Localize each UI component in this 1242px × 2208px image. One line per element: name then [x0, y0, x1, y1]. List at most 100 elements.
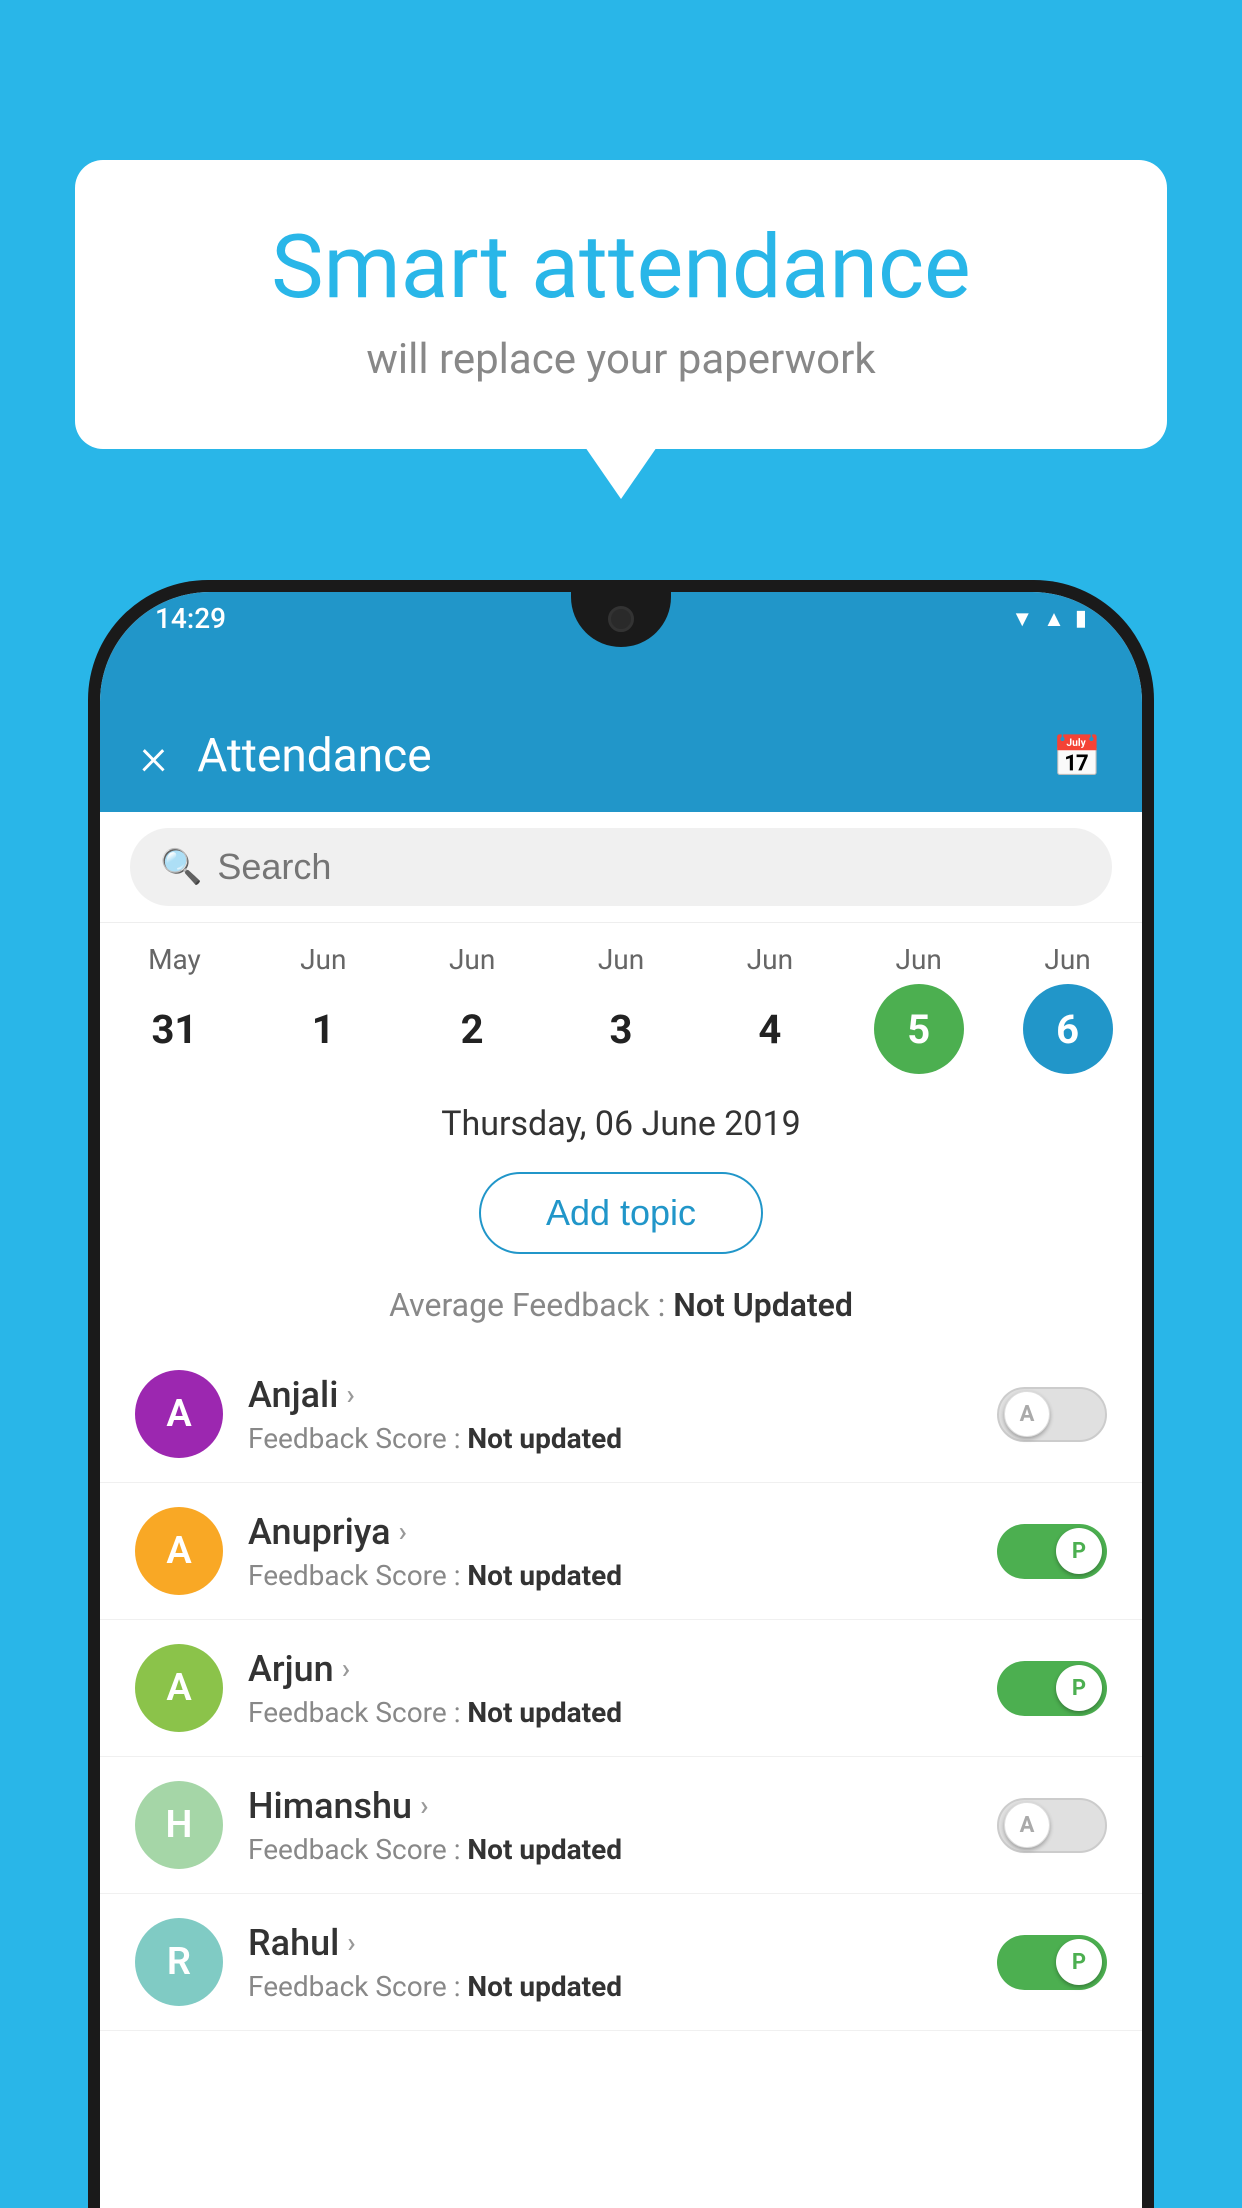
bubble-title: Smart attendance [155, 220, 1087, 317]
toggle-container: P [997, 1935, 1107, 1990]
speech-bubble: Smart attendance will replace your paper… [75, 160, 1167, 449]
student-avatar: A [135, 1507, 223, 1595]
date-day[interactable]: 6 [1023, 984, 1113, 1074]
search-input-wrapper: 🔍 [130, 828, 1112, 906]
selected-date-header: Thursday, 06 June 2019 [100, 1084, 1142, 1154]
date-col[interactable]: Jun 3 [547, 943, 696, 1084]
toggle-container: A [997, 1798, 1107, 1853]
feedback-value: Not updated [467, 1833, 622, 1866]
date-day[interactable]: 1 [278, 984, 368, 1074]
date-col[interactable]: May 31 [100, 943, 249, 1084]
toggle-thumb: P [1056, 1665, 1102, 1711]
student-name: Himanshu › [248, 1785, 972, 1827]
student-feedback: Feedback Score : Not updated [248, 1422, 972, 1455]
date-day[interactable]: 3 [576, 984, 666, 1074]
attendance-toggle[interactable]: P [997, 1661, 1107, 1716]
student-feedback: Feedback Score : Not updated [248, 1559, 972, 1592]
attendance-toggle[interactable]: P [997, 1935, 1107, 1990]
student-avatar: A [135, 1644, 223, 1732]
feedback-value: Not updated [467, 1696, 622, 1729]
student-name: Arjun › [248, 1648, 972, 1690]
add-topic-container: Add topic [100, 1154, 1142, 1272]
toggle-container: A [997, 1387, 1107, 1442]
date-col[interactable]: Jun 1 [249, 943, 398, 1084]
feedback-value: Not updated [467, 1422, 622, 1455]
student-avatar: H [135, 1781, 223, 1869]
student-feedback: Feedback Score : Not updated [248, 1696, 972, 1729]
signal-icon: ▲ [1043, 606, 1065, 632]
student-info: Arjun › Feedback Score : Not updated [248, 1648, 972, 1729]
chevron-icon: › [342, 1652, 350, 1685]
toggle-container: P [997, 1661, 1107, 1716]
notch-area: 14:29 ▼ ▲ ▮ [100, 592, 1142, 700]
date-day[interactable]: 2 [427, 984, 517, 1074]
student-feedback: Feedback Score : Not updated [248, 1833, 972, 1866]
status-bar: 14:29 ▼ ▲ ▮ [100, 602, 1142, 635]
date-day[interactable]: 31 [129, 984, 219, 1074]
date-month: Jun [747, 943, 793, 976]
feedback-value: Not updated [467, 1559, 622, 1592]
student-name: Rahul › [248, 1922, 972, 1964]
student-item[interactable]: A Arjun › Feedback Score : Not updated P [100, 1620, 1142, 1757]
student-item[interactable]: H Himanshu › Feedback Score : Not updated A [100, 1757, 1142, 1894]
date-month: Jun [1044, 943, 1090, 976]
phone-frame: 14:29 ▼ ▲ ▮ × Attendance 📅 🔍 May31Jun1Ju… [88, 580, 1154, 2208]
toggle-thumb: A [1004, 1391, 1050, 1437]
wifi-icon: ▼ [1011, 606, 1033, 632]
student-item[interactable]: R Rahul › Feedback Score : Not updated P [100, 1894, 1142, 2031]
calendar-icon[interactable]: 📅 [1052, 733, 1102, 780]
bubble-subtitle: will replace your paperwork [155, 335, 1087, 384]
feedback-value: Not updated [467, 1970, 622, 2003]
app-bar: × Attendance 📅 [100, 700, 1142, 812]
date-selector: May 31 Jun 1 Jun 2 Jun 3 Jun 4 Jun 5 Jun 6 [100, 923, 1142, 1084]
student-info: Rahul › Feedback Score : Not updated [248, 1922, 972, 2003]
student-item[interactable]: A Anupriya › Feedback Score : Not updated P [100, 1483, 1142, 1620]
date-month: May [148, 943, 201, 976]
toggle-thumb: A [1004, 1802, 1050, 1848]
battery-icon: ▮ [1075, 606, 1087, 631]
attendance-toggle[interactable]: P [997, 1524, 1107, 1579]
chevron-icon: › [399, 1515, 407, 1548]
student-list: AAnjali ›Feedback Score : Not updatedAAA… [100, 1346, 1142, 2031]
date-month: Jun [896, 943, 942, 976]
date-month: Jun [300, 943, 346, 976]
date-col[interactable]: Jun 5 [844, 943, 993, 1084]
app-bar-title: Attendance [197, 729, 1052, 783]
student-avatar: A [135, 1370, 223, 1458]
student-feedback: Feedback Score : Not updated [248, 1970, 972, 2003]
date-col[interactable]: Jun 6 [993, 943, 1142, 1084]
search-icon: 🔍 [160, 847, 202, 887]
date-col[interactable]: Jun 2 [398, 943, 547, 1084]
student-info: Anjali › Feedback Score : Not updated [248, 1374, 972, 1455]
date-month: Jun [598, 943, 644, 976]
search-input[interactable] [217, 846, 1082, 888]
student-avatar: R [135, 1918, 223, 2006]
phone-inner: 14:29 ▼ ▲ ▮ × Attendance 📅 🔍 May31Jun1Ju… [100, 592, 1142, 2208]
toggle-container: P [997, 1524, 1107, 1579]
toggle-thumb: P [1056, 1528, 1102, 1574]
date-day[interactable]: 5 [874, 984, 964, 1074]
close-button[interactable]: × [140, 726, 167, 787]
date-col[interactable]: Jun 4 [695, 943, 844, 1084]
student-name: Anupriya › [248, 1511, 972, 1553]
average-feedback: Average Feedback : Not Updated [100, 1272, 1142, 1346]
chevron-icon: › [420, 1789, 428, 1822]
student-info: Anupriya › Feedback Score : Not updated [248, 1511, 972, 1592]
chevron-icon: › [347, 1926, 355, 1959]
add-topic-button[interactable]: Add topic [479, 1172, 763, 1254]
date-day[interactable]: 4 [725, 984, 815, 1074]
attendance-toggle[interactable]: A [997, 1798, 1107, 1853]
speech-bubble-container: Smart attendance will replace your paper… [75, 160, 1167, 449]
status-time: 14:29 [155, 602, 226, 635]
date-month: Jun [449, 943, 495, 976]
search-container: 🔍 [100, 812, 1142, 923]
chevron-icon: › [346, 1378, 354, 1411]
student-name: Anjali › [248, 1374, 972, 1416]
avg-feedback-label: Average Feedback : [389, 1286, 665, 1324]
avg-feedback-value: Not Updated [673, 1286, 853, 1324]
student-item[interactable]: A Anjali › Feedback Score : Not updated A [100, 1346, 1142, 1483]
attendance-toggle[interactable]: A [997, 1387, 1107, 1442]
status-icons: ▼ ▲ ▮ [1011, 606, 1087, 632]
toggle-thumb: P [1056, 1939, 1102, 1985]
student-info: Himanshu › Feedback Score : Not updated [248, 1785, 972, 1866]
